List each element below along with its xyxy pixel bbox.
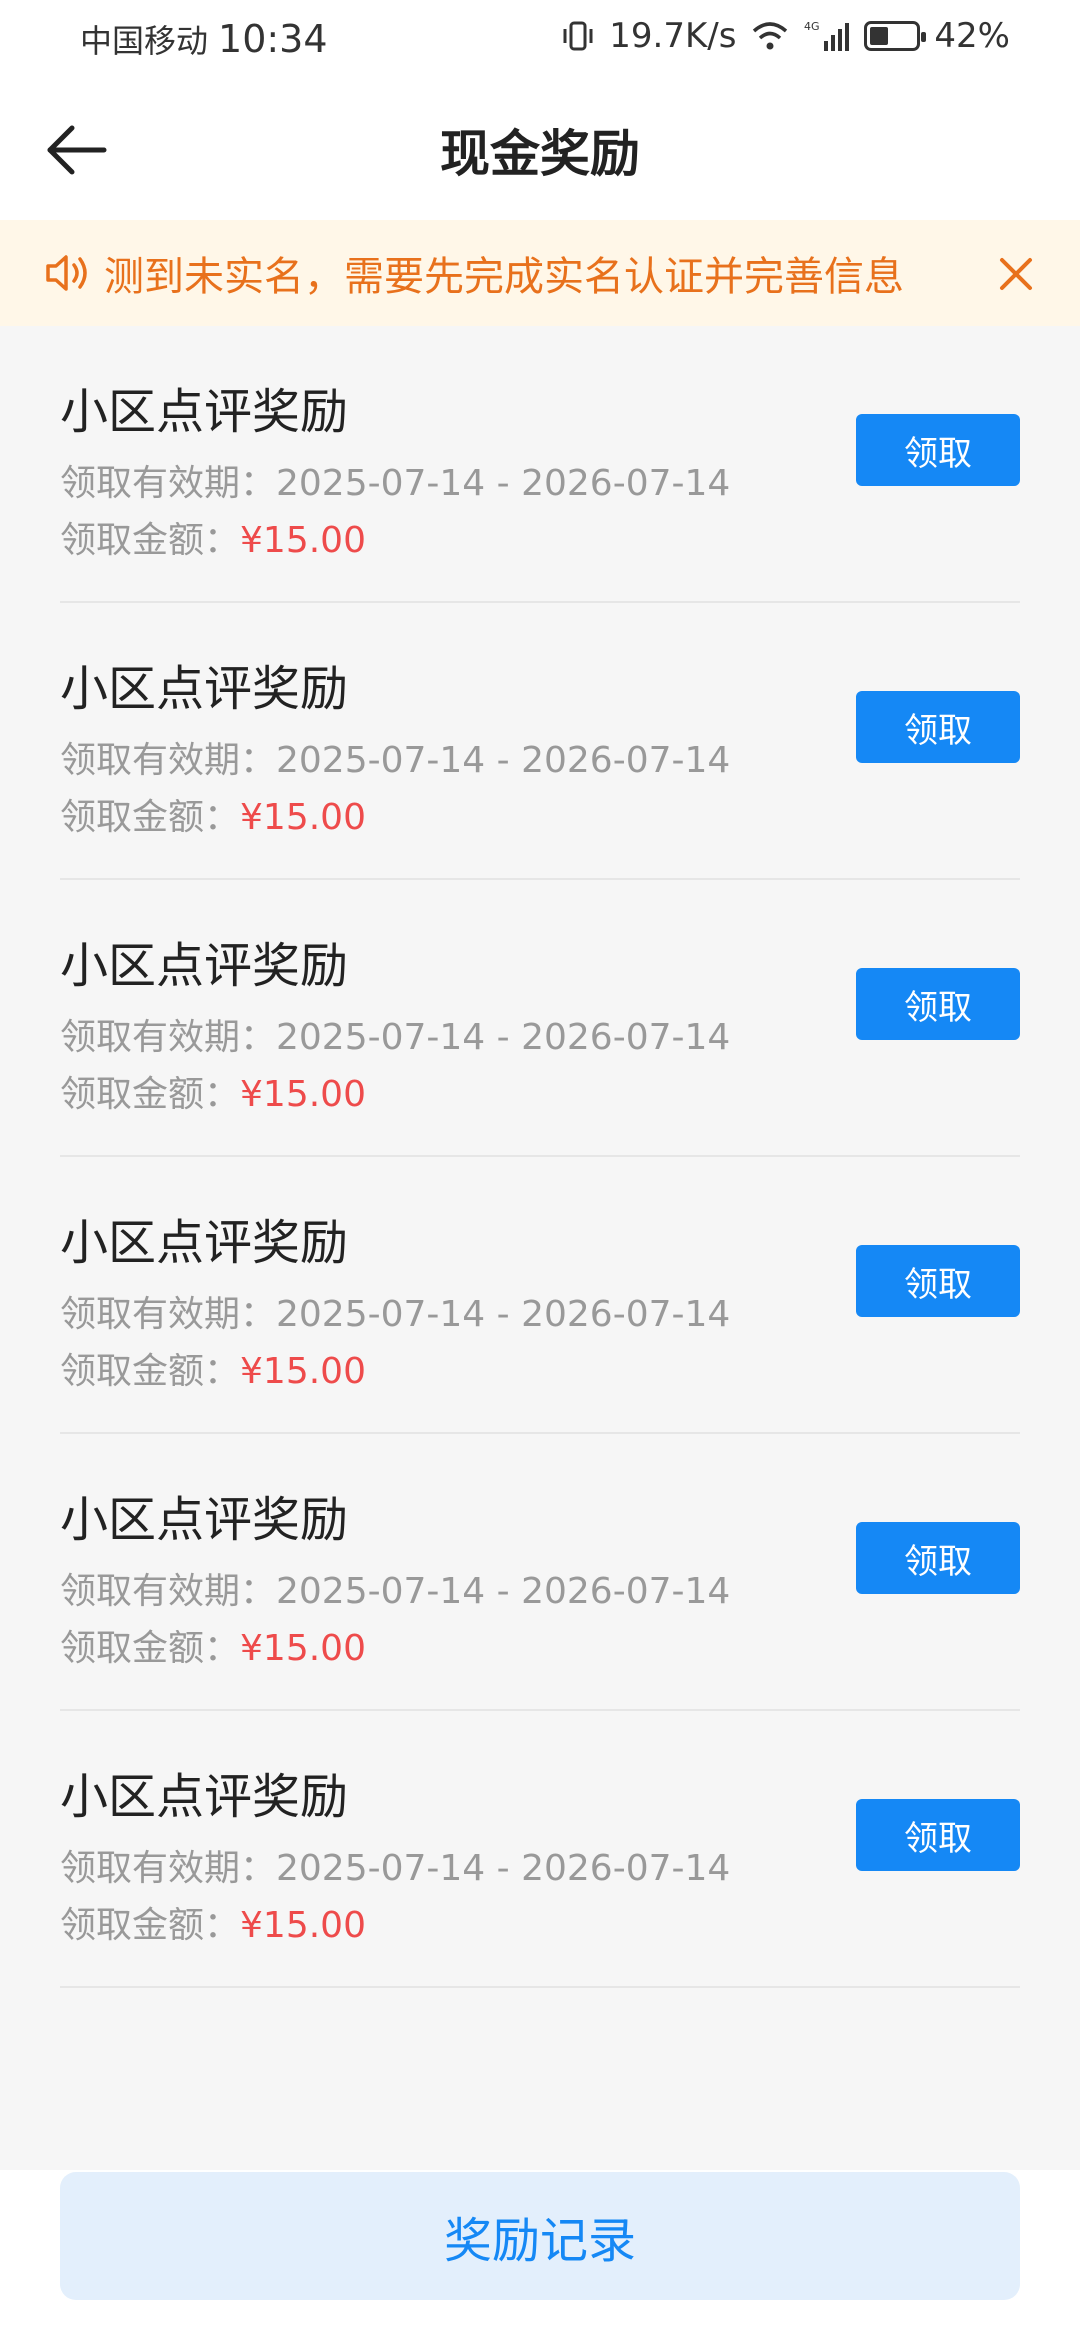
cellular-signal-icon: 4G: [804, 19, 850, 53]
claim-button[interactable]: 领取: [856, 414, 1020, 486]
reward-validity: 领取有效期：2025-07-14 - 2026-07-14: [60, 1848, 731, 1889]
claim-button[interactable]: 领取: [856, 691, 1020, 763]
reward-item: 小区点评奖励 领取有效期：2025-07-14 - 2026-07-14 领取金…: [60, 1157, 1020, 1434]
reward-amount-value: ¥15.00: [240, 1628, 366, 1669]
reward-amount-value: ¥15.00: [240, 797, 366, 838]
reward-validity: 领取有效期：2025-07-14 - 2026-07-14: [60, 1017, 731, 1058]
reward-amount-row: 领取金额：¥15.00: [60, 1342, 366, 1394]
battery-icon: [864, 21, 927, 51]
reward-title: 小区点评奖励: [60, 1492, 349, 1548]
clock-time: 10:34: [218, 17, 328, 61]
claim-button[interactable]: 领取: [856, 1522, 1020, 1594]
reward-item: 小区点评奖励 领取有效期：2025-07-14 - 2026-07-14 领取金…: [60, 603, 1020, 880]
claim-button[interactable]: 领取: [856, 1245, 1020, 1317]
net-speed: 19.7K/s: [609, 16, 737, 56]
reward-list: 小区点评奖励 领取有效期：2025-07-14 - 2026-07-14 领取金…: [60, 326, 1020, 1988]
reward-amount-row: 领取金额：¥15.00: [60, 1065, 366, 1117]
page-title: 现金奖励: [440, 125, 640, 183]
reward-title: 小区点评奖励: [60, 1769, 349, 1825]
nav-bar: 现金奖励: [0, 78, 1080, 220]
network-type-label: 4G: [804, 20, 820, 33]
reward-records-button[interactable]: 奖励记录: [60, 2172, 1020, 2300]
reward-amount-label: 领取金额：: [60, 1905, 241, 1946]
reward-amount-value: ¥15.00: [240, 1074, 366, 1115]
reward-item: 小区点评奖励 领取有效期：2025-07-14 - 2026-07-14 领取金…: [60, 1711, 1020, 1988]
reward-amount-value: ¥15.00: [240, 520, 366, 561]
close-icon: [1000, 258, 1032, 290]
battery-level: [870, 27, 889, 45]
reward-amount-label: 领取金额：: [60, 797, 241, 838]
reward-validity: 领取有效期：2025-07-14 - 2026-07-14: [60, 1571, 731, 1612]
reward-item: 小区点评奖励 领取有效期：2025-07-14 - 2026-07-14 领取金…: [60, 1434, 1020, 1711]
reward-amount-label: 领取金额：: [60, 1351, 241, 1392]
reward-amount-label: 领取金额：: [60, 1628, 241, 1669]
reward-validity: 领取有效期：2025-07-14 - 2026-07-14: [60, 740, 731, 781]
notice-bar: 测到未实名，需要先完成实名认证并完善信息: [0, 220, 1080, 326]
status-right: 19.7K/s 4G 42%: [561, 16, 1010, 56]
carrier-name: 中国移动: [80, 22, 209, 60]
status-bar: 中国移动 10:34 19.7K/s 4G 42%: [0, 0, 1080, 78]
vibrate-icon: [561, 19, 595, 53]
reward-title: 小区点评奖励: [60, 938, 349, 994]
reward-title: 小区点评奖励: [60, 384, 349, 440]
reward-item: 小区点评奖励 领取有效期：2025-07-14 - 2026-07-14 领取金…: [60, 880, 1020, 1157]
reward-amount-row: 领取金额：¥15.00: [60, 1896, 366, 1948]
reward-amount-value: ¥15.00: [240, 1351, 366, 1392]
wifi-icon: [750, 19, 790, 53]
reward-amount-row: 领取金额：¥15.00: [60, 788, 366, 840]
battery-percent: 42%: [934, 16, 1010, 56]
notice-text[interactable]: 测到未实名，需要先完成实名认证并完善信息: [104, 244, 904, 302]
reward-amount-value: ¥15.00: [240, 1905, 366, 1946]
reward-amount-label: 领取金额：: [60, 1074, 241, 1115]
reward-validity: 领取有效期：2025-07-14 - 2026-07-14: [60, 1294, 731, 1335]
reward-amount-label: 领取金额：: [60, 520, 241, 561]
notice-close-button[interactable]: [988, 246, 1044, 302]
reward-amount-row: 领取金额：¥15.00: [60, 1619, 366, 1671]
claim-button[interactable]: 领取: [856, 1799, 1020, 1871]
status-left: 中国移动 10:34: [80, 16, 328, 62]
reward-item: 小区点评奖励 领取有效期：2025-07-14 - 2026-07-14 领取金…: [60, 326, 1020, 603]
reward-title: 小区点评奖励: [60, 1215, 349, 1271]
reward-validity: 领取有效期：2025-07-14 - 2026-07-14: [60, 463, 731, 504]
reward-amount-row: 领取金额：¥15.00: [60, 511, 366, 563]
reward-title: 小区点评奖励: [60, 661, 349, 717]
claim-button[interactable]: 领取: [856, 968, 1020, 1040]
speaker-icon: [44, 248, 94, 298]
